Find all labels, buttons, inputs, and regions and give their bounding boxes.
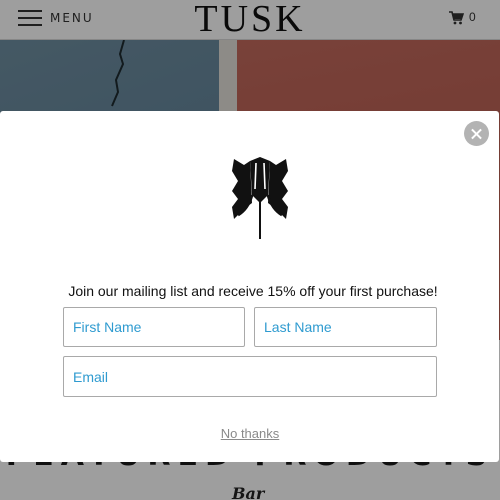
- close-icon[interactable]: [464, 121, 489, 146]
- page-root: MENU TUSK 0 FEATURED PRODUCTS Bar: [0, 0, 500, 500]
- first-name-field[interactable]: [63, 307, 245, 347]
- last-name-field[interactable]: [254, 307, 437, 347]
- tusk-elephant-logo: [232, 157, 288, 239]
- email-field[interactable]: [63, 356, 437, 397]
- promo-message: Join our mailing list and receive 15% of…: [68, 283, 438, 299]
- newsletter-popup: Join our mailing list and receive 15% of…: [0, 111, 499, 462]
- no-thanks-link[interactable]: No thanks: [0, 426, 500, 441]
